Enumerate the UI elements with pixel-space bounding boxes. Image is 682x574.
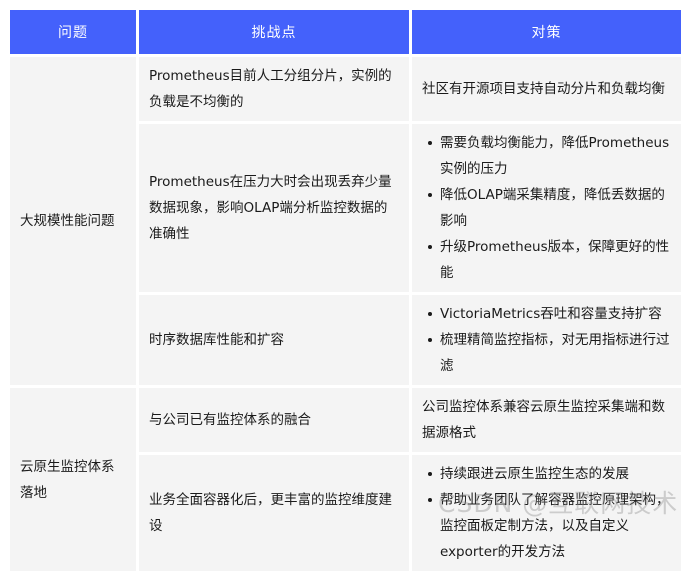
list-item: 持续跟进云原生监控生态的发展 [428, 461, 671, 487]
cell-countermeasure: 公司监控体系兼容云原生监控采集端和数据源格式 [412, 388, 681, 452]
list-item: 梳理精简监控指标，对无用指标进行过滤 [428, 327, 671, 379]
list-item: 帮助业务团队了解容器监控原理架构，监控面板定制方法，以及自定义exporter的… [428, 487, 671, 565]
countermeasure-list: 需要负载均衡能力，降低Prometheus实例的压力 降低OLAP端采集精度，降… [422, 130, 671, 286]
countermeasure-list: VictoriaMetrics吞吐和容量支持扩容 梳理精简监控指标，对无用指标进… [422, 301, 671, 379]
row-group-label-problem: 大规模性能问题 [10, 57, 136, 385]
table-header: 问题 挑战点 对策 [10, 10, 681, 54]
cell-countermeasure: 社区有开源项目支持自动分片和负载均衡 [412, 57, 681, 121]
cell-pain-point: 业务全面容器化后，更丰富的监控维度建设 [139, 455, 409, 571]
countermeasure-text: 公司监控体系兼容云原生监控采集端和数据源格式 [422, 399, 665, 441]
column-header-problem: 问题 [10, 10, 136, 54]
table-row: 大规模性能问题 Prometheus目前人工分组分片，实例的负载是不均衡的 社区… [10, 57, 681, 385]
countermeasure-list: 持续跟进云原生监控生态的发展 帮助业务团队了解容器监控原理架构，监控面板定制方法… [422, 461, 671, 565]
comparison-table-container: 问题 挑战点 对策 大规模性能问题 Prometheus目前人工分组分片，实例的… [0, 0, 682, 571]
cell-pain-point: Prometheus目前人工分组分片，实例的负载是不均衡的 [139, 57, 409, 121]
cell-countermeasure: 需要负载均衡能力，降低Prometheus实例的压力 降低OLAP端采集精度，降… [412, 124, 681, 292]
table-header-row: 问题 挑战点 对策 [10, 10, 681, 54]
table-body: 大规模性能问题 Prometheus目前人工分组分片，实例的负载是不均衡的 社区… [10, 57, 681, 571]
list-item: 升级Prometheus版本，保障更好的性能 [428, 234, 671, 286]
countermeasure-text: 社区有开源项目支持自动分片和负载均衡 [422, 81, 665, 97]
column-header-pain-point: 挑战点 [139, 10, 409, 54]
table-row: 云原生监控体系落地 与公司已有监控体系的融合 公司监控体系兼容云原生监控采集端和… [10, 388, 681, 571]
list-item: 需要负载均衡能力，降低Prometheus实例的压力 [428, 130, 671, 182]
column-header-countermeasure: 对策 [412, 10, 681, 54]
cell-pain-point: Prometheus在压力大时会出现丢弃少量数据现象，影响OLAP端分析监控数据… [139, 124, 409, 292]
list-item: VictoriaMetrics吞吐和容量支持扩容 [428, 301, 671, 327]
cell-countermeasure: 持续跟进云原生监控生态的发展 帮助业务团队了解容器监控原理架构，监控面板定制方法… [412, 455, 681, 571]
cell-countermeasure: VictoriaMetrics吞吐和容量支持扩容 梳理精简监控指标，对无用指标进… [412, 295, 681, 385]
list-item: 降低OLAP端采集精度，降低丢数据的影响 [428, 182, 671, 234]
cell-pain-point: 与公司已有监控体系的融合 [139, 388, 409, 452]
row-group-label-problem: 云原生监控体系落地 [10, 388, 136, 571]
challenges-countermeasures-table: 问题 挑战点 对策 大规模性能问题 Prometheus目前人工分组分片，实例的… [7, 7, 682, 574]
cell-pain-point: 时序数据库性能和扩容 [139, 295, 409, 385]
